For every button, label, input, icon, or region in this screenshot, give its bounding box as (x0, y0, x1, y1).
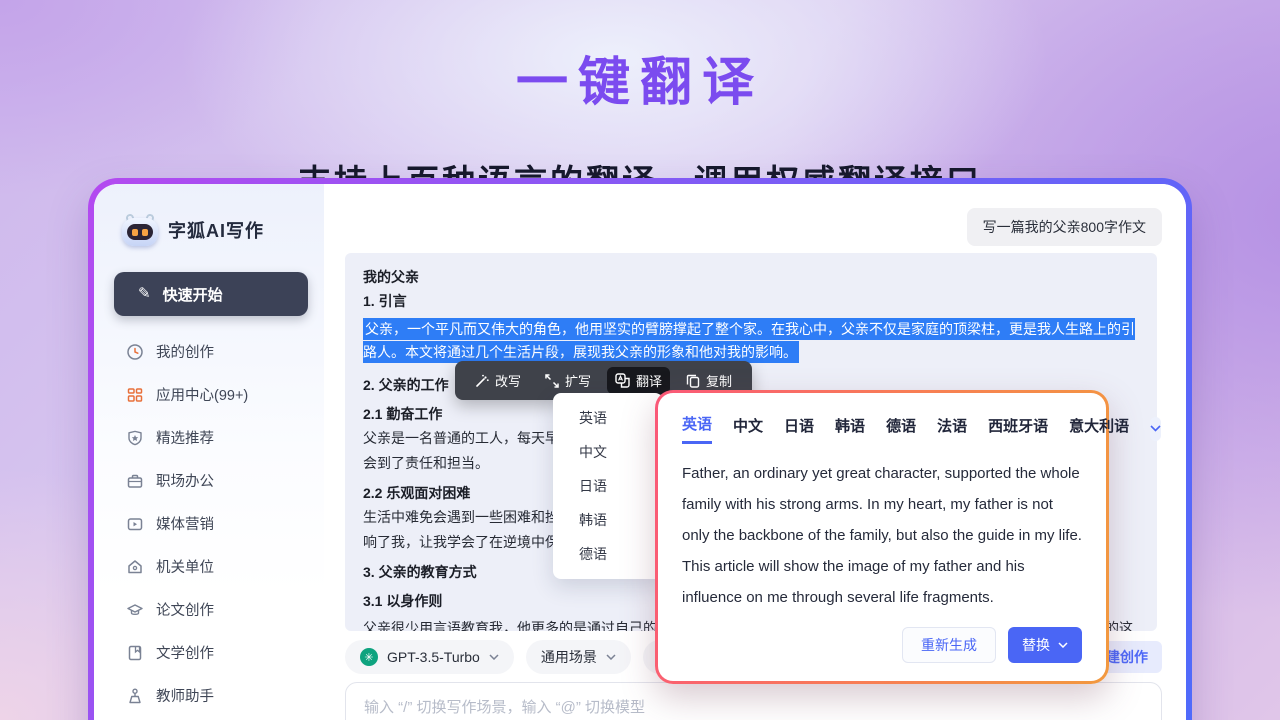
sidebar-menu: 我的创作 应用中心(99+) 精选推荐 职场办公 (114, 330, 308, 717)
more-languages-button[interactable] (1150, 417, 1161, 441)
language-option-german[interactable]: 德语 (553, 537, 663, 571)
doc-heading-1: 1. 引言 (363, 289, 1139, 313)
expand-icon (545, 374, 559, 388)
chevron-down-icon (489, 654, 499, 660)
prompt-input[interactable] (346, 683, 1161, 720)
sidebar-item-teacher[interactable]: 教师助手 (114, 674, 308, 717)
language-option-japanese[interactable]: 日语 (553, 469, 663, 503)
clock-icon (126, 343, 144, 361)
app-window: 字狐AI写作 ✎ 快速开始 我的创作 应用中心(99+) (88, 178, 1192, 720)
gpt-logo-icon: ✳ (360, 648, 378, 666)
copy-icon (686, 374, 700, 388)
translation-result-text: Father, an ordinary yet great character,… (682, 458, 1082, 613)
language-option-chinese[interactable]: 中文 (553, 435, 663, 469)
main-content: 写一篇我的父亲800字作文 我的父亲 1. 引言 父亲，一个平凡而又伟大的角色，… (324, 184, 1186, 720)
chevron-down-icon (1150, 425, 1161, 432)
selected-text[interactable]: 父亲，一个平凡而又伟大的角色，他用坚实的臂膀撑起了整个家。在我心中，父亲不仅是家… (363, 318, 1139, 364)
chevron-down-icon (1058, 642, 1068, 648)
sidebar-item-thesis[interactable]: 论文创作 (114, 588, 308, 631)
tab-korean[interactable]: 韩语 (835, 415, 865, 443)
replace-button[interactable]: 替换 (1008, 627, 1082, 663)
tab-chinese[interactable]: 中文 (733, 415, 763, 443)
tab-japanese[interactable]: 日语 (784, 415, 814, 443)
model-selector[interactable]: ✳ GPT-3.5-Turbo (345, 640, 514, 674)
pen-icon: ✎ (138, 284, 151, 302)
sidebar: 字狐AI写作 ✎ 快速开始 我的创作 应用中心(99+) (94, 184, 324, 720)
expand-button[interactable]: 扩写 (537, 367, 599, 394)
language-option-french[interactable]: 法语 (553, 571, 663, 579)
rewrite-button[interactable]: 改写 (467, 367, 529, 394)
tab-french[interactable]: 法语 (937, 415, 967, 443)
media-play-icon (126, 515, 144, 533)
sidebar-item-app-center[interactable]: 应用中心(99+) (114, 373, 308, 416)
suggestion-chip[interactable]: 写一篇我的父亲800字作文 (967, 208, 1162, 246)
magic-wand-icon (475, 374, 489, 388)
sidebar-item-literature[interactable]: 文学创作 (114, 631, 308, 674)
language-option-korean[interactable]: 韩语 (553, 503, 663, 537)
sidebar-item-office[interactable]: 职场办公 (114, 459, 308, 502)
tab-german[interactable]: 德语 (886, 415, 916, 443)
hero-title: 一键翻译 (0, 40, 1280, 115)
sidebar-item-featured[interactable]: 精选推荐 (114, 416, 308, 459)
translate-button[interactable]: 翻译 (607, 367, 670, 394)
language-dropdown: 英语 中文 日语 韩语 德语 法语 西班牙语 (553, 393, 663, 579)
language-tabs: 英语 中文 日语 韩语 德语 法语 西班牙语 意大利语 (682, 413, 1082, 444)
graduation-cap-icon (126, 601, 144, 619)
regenerate-button[interactable]: 重新生成 (902, 627, 996, 663)
sidebar-item-government[interactable]: 机关单位 (114, 545, 308, 588)
grid-icon (126, 386, 144, 404)
prompt-input-container (345, 682, 1162, 720)
book-icon (126, 644, 144, 662)
language-option-english[interactable]: 英语 (553, 401, 663, 435)
translation-popup: 英语 中文 日语 韩语 德语 法语 西班牙语 意大利语 Fa (655, 390, 1109, 684)
sidebar-item-my-creations[interactable]: 我的创作 (114, 330, 308, 373)
tab-italian[interactable]: 意大利语 (1069, 415, 1129, 443)
translate-icon (615, 373, 630, 388)
app-title: 字狐AI写作 (168, 217, 264, 243)
robot-logo-icon (122, 214, 158, 246)
page: 一键翻译 支持上百种语言的翻译，调用权威翻译接口 字狐AI写作 ✎ 快速开始 (0, 0, 1280, 720)
teacher-podium-icon (126, 687, 144, 705)
briefcase-icon (126, 472, 144, 490)
scene-selector[interactable]: 通用场景 (526, 640, 631, 674)
building-icon (126, 558, 144, 576)
app-logo: 字狐AI写作 (114, 214, 308, 246)
tab-spanish[interactable]: 西班牙语 (988, 415, 1048, 443)
doc-title: 我的父亲 (363, 265, 1139, 289)
sidebar-item-media[interactable]: 媒体营销 (114, 502, 308, 545)
star-badge-icon (126, 429, 144, 447)
tab-english[interactable]: 英语 (682, 413, 712, 444)
chevron-down-icon (606, 654, 616, 660)
sidebar-item-quick-start[interactable]: ✎ 快速开始 (114, 272, 308, 316)
